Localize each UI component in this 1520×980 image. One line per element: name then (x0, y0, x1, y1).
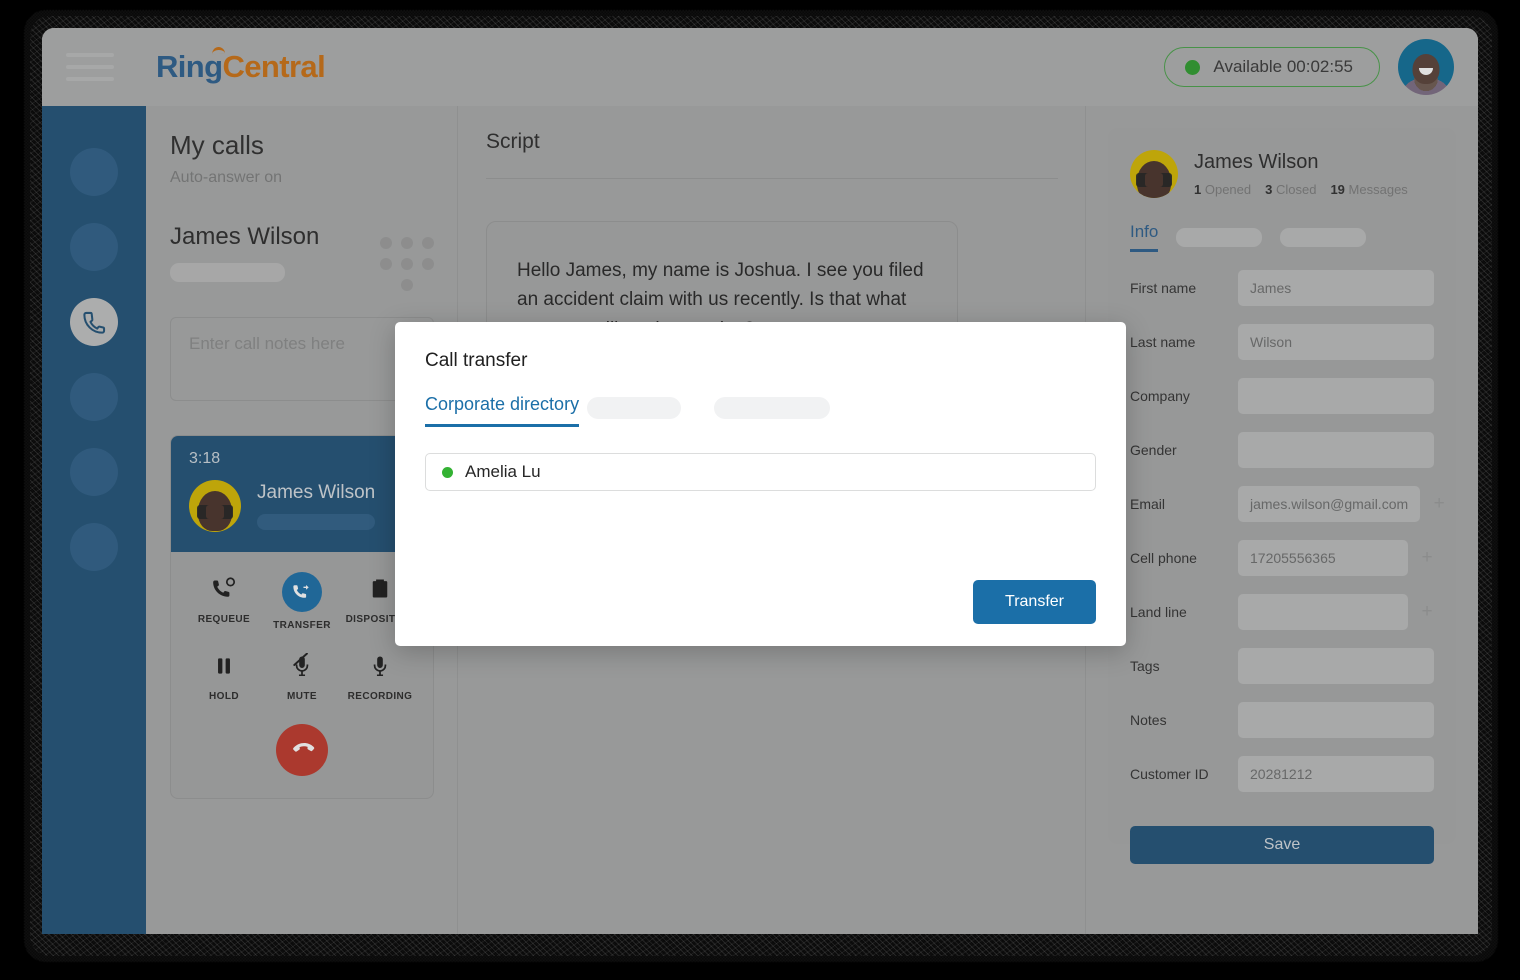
directory-list-item[interactable]: Amelia Lu (425, 453, 1096, 491)
tab-placeholder-3[interactable] (714, 397, 831, 419)
dialog-tabs: Corporate directory (425, 394, 1096, 427)
tab-placeholder-2[interactable] (587, 397, 682, 419)
transfer-confirm-button[interactable]: Transfer (973, 580, 1096, 624)
dialog-title: Call transfer (425, 350, 528, 371)
screenshot-root: RingCentral Available 00:02:55 My calls … (0, 0, 1520, 980)
directory-contact-name: Amelia Lu (465, 462, 541, 481)
presence-dot-icon (442, 466, 453, 478)
call-transfer-dialog: Call transfer Corporate directory Amelia… (395, 322, 1126, 646)
tab-corporate-directory[interactable]: Corporate directory (425, 394, 580, 427)
dialog-footer: Transfer (973, 580, 1096, 624)
